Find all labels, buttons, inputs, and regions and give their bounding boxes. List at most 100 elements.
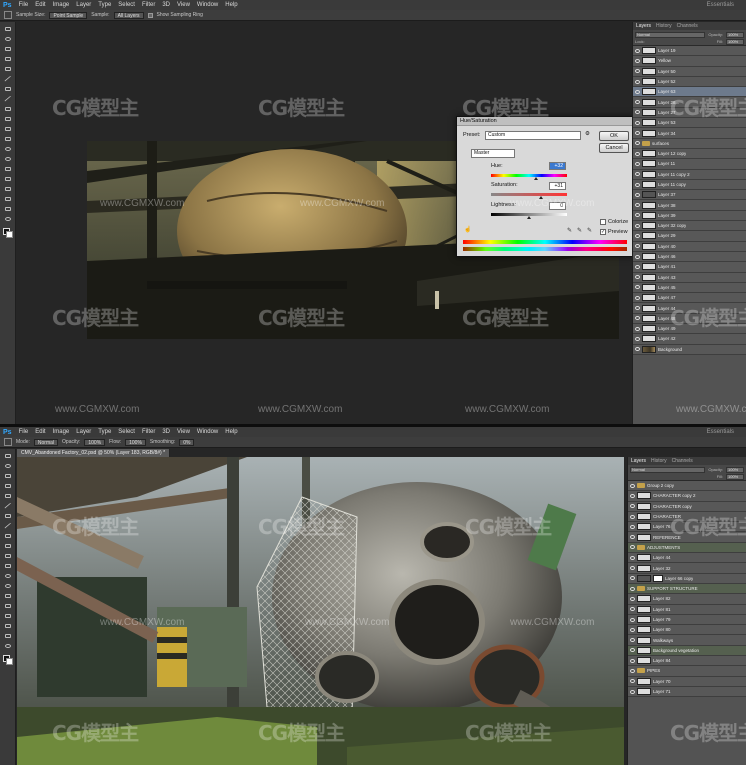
menu-window[interactable]: Window	[197, 2, 218, 8]
on-image-adjust-icon[interactable]: ☝	[464, 226, 471, 233]
layer-row[interactable]: Layer 11	[633, 159, 746, 170]
menu-layer[interactable]: Layer	[76, 429, 91, 435]
layer-row[interactable]: Layer 45	[633, 282, 746, 294]
visibility-eye-icon[interactable]	[635, 172, 640, 177]
visibility-eye-icon[interactable]	[635, 254, 640, 259]
visibility-eye-icon[interactable]	[635, 264, 640, 269]
visibility-eye-icon[interactable]	[630, 524, 635, 529]
visibility-eye-icon[interactable]	[635, 79, 640, 84]
visibility-eye-icon[interactable]	[635, 213, 640, 218]
visibility-eye-icon[interactable]	[635, 69, 640, 74]
saturation-slider-track[interactable]	[491, 193, 567, 196]
move-tool-icon[interactable]	[4, 26, 12, 32]
dodge-tool-icon[interactable]	[4, 156, 12, 162]
layer-row[interactable]: Yellow	[633, 56, 746, 67]
eyedropper-tool-icon[interactable]	[4, 11, 12, 19]
visibility-eye-icon[interactable]	[630, 617, 635, 622]
visibility-eye-icon[interactable]	[630, 627, 635, 632]
pen-tool-icon[interactable]	[4, 166, 12, 172]
tab-channels[interactable]: Channels	[677, 23, 698, 29]
crop-tool-icon[interactable]	[4, 66, 12, 72]
marquee-tool-icon[interactable]	[4, 36, 12, 42]
visibility-eye-icon[interactable]	[635, 161, 640, 166]
visibility-eye-icon[interactable]	[630, 545, 635, 550]
visibility-eye-icon[interactable]	[630, 566, 635, 571]
visibility-eye-icon[interactable]	[630, 648, 635, 653]
tab-channels[interactable]: Channels	[672, 458, 693, 464]
visibility-eye-icon[interactable]	[635, 48, 640, 53]
menu-edit[interactable]: Edit	[35, 2, 45, 8]
layer-row[interactable]: Layer 38	[633, 200, 746, 211]
blend-mode-select[interactable]: Normal	[635, 32, 706, 38]
visibility-eye-icon[interactable]	[635, 306, 640, 311]
layer-row[interactable]: Layer 46	[633, 251, 746, 263]
visibility-eye-icon[interactable]	[630, 658, 635, 663]
type-tool-icon[interactable]	[4, 603, 12, 609]
visibility-eye-icon[interactable]	[635, 223, 640, 228]
visibility-eye-icon[interactable]	[635, 244, 640, 249]
eyedropper-plus-icon[interactable]: ✎	[577, 227, 582, 234]
blur-tool-icon[interactable]	[4, 573, 12, 579]
layer-row[interactable]: Layer 42	[633, 334, 746, 345]
hue-slider-track[interactable]	[491, 174, 567, 177]
brush-tool-icon[interactable]	[4, 438, 12, 446]
eraser-tool-icon[interactable]	[4, 126, 12, 132]
channel-select[interactable]: Master	[471, 149, 515, 158]
visibility-eye-icon[interactable]	[635, 326, 640, 331]
colorize-checkbox[interactable]	[600, 219, 606, 225]
tab-history[interactable]: History	[651, 458, 667, 464]
layer-row[interactable]: Layer 19	[633, 46, 746, 57]
color-swatches[interactable]	[2, 228, 13, 238]
menu-layer[interactable]: Layer	[76, 2, 91, 8]
blend-mode-select[interactable]: Normal	[630, 467, 706, 473]
tab-history[interactable]: History	[656, 23, 672, 29]
layer-row[interactable]: Layer 80	[628, 625, 746, 636]
visibility-eye-icon[interactable]	[635, 347, 640, 352]
layer-row[interactable]: CHARACTER copy 2	[628, 491, 746, 502]
hand-tool-icon[interactable]	[4, 206, 12, 212]
visibility-eye-icon[interactable]	[630, 514, 635, 519]
menu-select[interactable]: Select	[118, 2, 135, 8]
visibility-eye-icon[interactable]	[635, 285, 640, 290]
menu-type[interactable]: Type	[98, 429, 111, 435]
menu-help[interactable]: Help	[225, 2, 237, 8]
visibility-eye-icon[interactable]	[630, 607, 635, 612]
menu-select[interactable]: Select	[118, 429, 135, 435]
visibility-eye-icon[interactable]	[630, 483, 635, 488]
layer-row[interactable]: Layer 82	[628, 594, 746, 605]
eraser-tool-icon[interactable]	[4, 553, 12, 559]
gradient-tool-icon[interactable]	[4, 563, 12, 569]
lightness-slider-thumb[interactable]	[527, 216, 531, 219]
visibility-eye-icon[interactable]	[635, 316, 640, 321]
layer-row[interactable]: SUPPORT STRUCTURE	[628, 583, 746, 595]
smoothing-field[interactable]: 0%	[179, 438, 195, 446]
visibility-eye-icon[interactable]	[635, 203, 640, 208]
menu-window[interactable]: Window	[197, 429, 218, 435]
menu-3d[interactable]: 3D	[162, 429, 170, 435]
layer-row[interactable]: surfaces	[633, 138, 746, 149]
eyedropper-icon[interactable]	[4, 76, 12, 82]
eyedropper-minus-icon[interactable]: ✎	[587, 227, 592, 234]
move-tool-icon[interactable]	[4, 453, 12, 459]
layer-row[interactable]: Layer 29	[633, 231, 746, 242]
fill-field[interactable]: 100%	[726, 474, 744, 480]
cancel-button[interactable]: Cancel	[599, 143, 629, 153]
menu-help[interactable]: Help	[225, 429, 237, 435]
sample-size-select[interactable]: Point Sample	[49, 11, 88, 19]
menu-file[interactable]: File	[19, 429, 29, 435]
healing-brush-icon[interactable]	[4, 86, 12, 92]
layer-row[interactable]: Layer 40	[633, 241, 746, 252]
visibility-eye-icon[interactable]	[635, 182, 640, 187]
visibility-eye-icon[interactable]	[635, 336, 640, 341]
menu-filter[interactable]: Filter	[142, 429, 155, 435]
type-tool-icon[interactable]	[4, 176, 12, 182]
path-select-icon[interactable]	[4, 613, 12, 619]
layer-row[interactable]: Layer 84	[628, 656, 746, 667]
menu-view[interactable]: View	[177, 429, 190, 435]
visibility-eye-icon[interactable]	[630, 586, 635, 591]
layer-row[interactable]: Layer 43	[633, 272, 746, 283]
visibility-eye-icon[interactable]	[635, 110, 640, 115]
ok-button[interactable]: OK	[599, 131, 629, 141]
crop-tool-icon[interactable]	[4, 493, 12, 499]
tab-layers[interactable]: Layers	[631, 458, 646, 464]
